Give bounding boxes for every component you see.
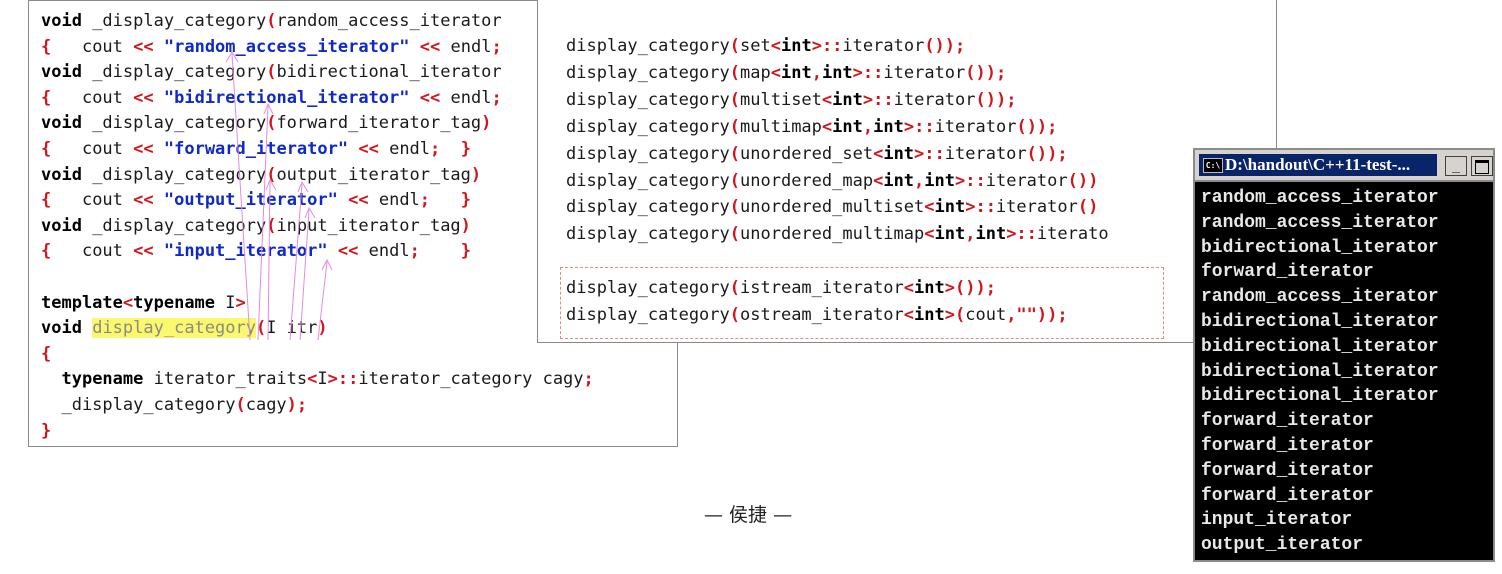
arrow-3	[265, 178, 277, 341]
minimize-button[interactable]: _	[1445, 156, 1467, 176]
console-line: forward_iterator	[1201, 436, 1374, 456]
console-window[interactable]: C:\ D:\handout\C++11-test-... _ random_a…	[1193, 148, 1495, 562]
console-title: C:\ D:\handout\C++11-test-...	[1199, 154, 1437, 176]
console-line: forward_iterator	[1201, 262, 1374, 283]
arrow-6	[317, 258, 333, 341]
console-line: bidirectional_iterator	[1201, 312, 1439, 332]
arrow-2	[257, 102, 274, 341]
console-line: bidirectional_iterator	[1201, 386, 1439, 407]
console-line: bidirectional_iterator	[1201, 336, 1439, 357]
maximize-button[interactable]	[1471, 156, 1493, 176]
console-line: forward_iterator	[1201, 485, 1374, 506]
console-icon: C:\	[1203, 158, 1223, 173]
console-title-text: D:\handout\C++11-test-...	[1225, 155, 1411, 174]
console-line: random_access_iterator	[1201, 212, 1439, 233]
console-line: bidirectional_iterator	[1201, 361, 1439, 382]
arrow-1	[225, 51, 251, 341]
console-line: output_iterator	[1201, 535, 1364, 556]
console-line: random_access_iterator	[1201, 287, 1439, 308]
console-line: bidirectional_iterator	[1201, 237, 1439, 258]
console-title-bar[interactable]: C:\ D:\handout\C++11-test-... _	[1195, 150, 1493, 182]
console-line: random_access_iterator	[1201, 188, 1439, 208]
caption: — 侯捷 —	[704, 504, 793, 526]
console-line: input_iterator	[1201, 510, 1353, 531]
console-line: forward_iterator	[1201, 460, 1374, 481]
console-line: forward_iterator	[1201, 411, 1374, 432]
arrow-5	[299, 206, 316, 341]
